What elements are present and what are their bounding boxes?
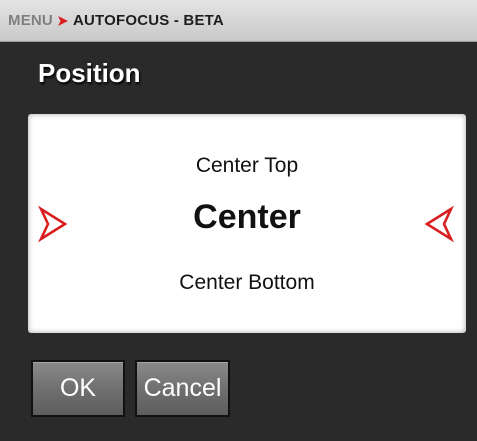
- cancel-button[interactable]: Cancel: [135, 360, 230, 417]
- ok-button[interactable]: OK: [31, 360, 125, 417]
- selected-option: Center: [193, 198, 301, 236]
- position-picker[interactable]: Center Top Center Center Bottom: [28, 114, 466, 333]
- breadcrumb-root[interactable]: MENU: [8, 12, 53, 29]
- breadcrumb: MENU AUTOFOCUS - BETA: [0, 0, 477, 42]
- next-option-arrow-icon[interactable]: [424, 205, 455, 243]
- previous-option[interactable]: Center Top: [28, 154, 466, 178]
- breadcrumb-current: AUTOFOCUS - BETA: [72, 12, 224, 29]
- next-option[interactable]: Center Bottom: [28, 271, 466, 295]
- page-title: Position: [38, 58, 141, 88]
- chevron-right-icon: [57, 15, 69, 27]
